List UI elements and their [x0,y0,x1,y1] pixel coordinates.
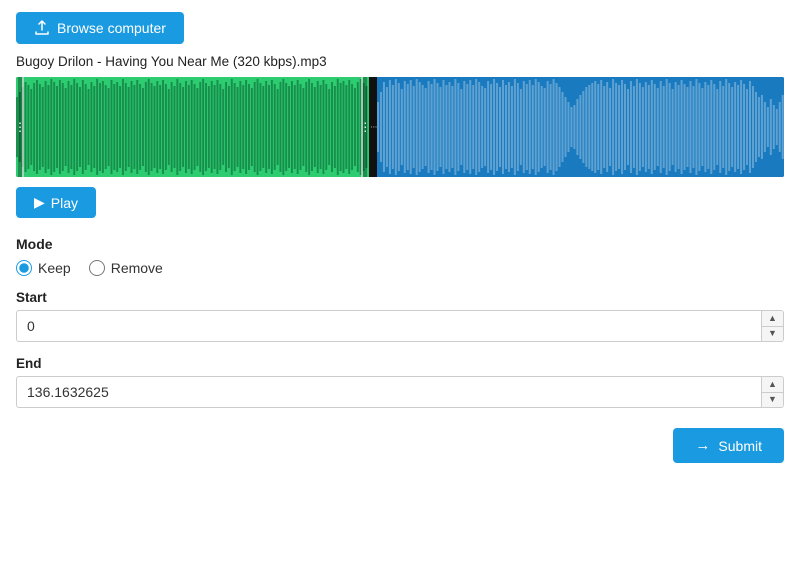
end-spin-down[interactable]: ▼ [762,393,783,408]
start-spin-up[interactable]: ▲ [762,311,783,327]
start-spin-down[interactable]: ▼ [762,327,783,342]
waveform-blue-svg [377,77,784,177]
waveform-divider [369,77,377,177]
start-field-label: Start [16,290,784,305]
keep-radio[interactable] [16,260,32,276]
start-spin-buttons: ▲ ▼ [761,311,783,341]
waveform-green-svg [16,77,369,177]
remove-label: Remove [111,260,163,276]
arrow-icon: → [695,437,710,454]
mode-label: Mode [16,236,784,252]
upload-icon [34,20,50,36]
start-input[interactable] [17,311,761,341]
play-button[interactable]: ▶ Play [16,187,96,218]
waveform-left-handle[interactable] [18,77,24,177]
end-input[interactable] [17,377,761,407]
waveform-display [16,77,784,177]
waveform-right-handle[interactable] [361,77,367,177]
keep-label: Keep [38,260,71,276]
submit-button[interactable]: → Submit [673,428,784,463]
submit-button-label: Submit [718,438,762,454]
play-icon: ▶ [34,194,45,211]
file-name: Bugoy Drilon - Having You Near Me (320 k… [16,54,784,69]
play-button-label: Play [51,195,78,211]
start-input-wrap: ▲ ▼ [16,310,784,342]
remove-radio[interactable] [89,260,105,276]
mode-radio-group: Keep Remove [16,260,784,276]
browse-button-label: Browse computer [57,20,166,36]
waveform-selected-region [16,77,369,177]
remove-option[interactable]: Remove [89,260,163,276]
end-input-wrap: ▲ ▼ [16,376,784,408]
submit-row: → Submit [16,428,784,463]
browse-computer-button[interactable]: Browse computer [16,12,184,44]
waveform-unselected-region [377,77,784,177]
end-spin-buttons: ▲ ▼ [761,377,783,407]
end-field-label: End [16,356,784,371]
end-spin-up[interactable]: ▲ [762,377,783,393]
keep-option[interactable]: Keep [16,260,71,276]
